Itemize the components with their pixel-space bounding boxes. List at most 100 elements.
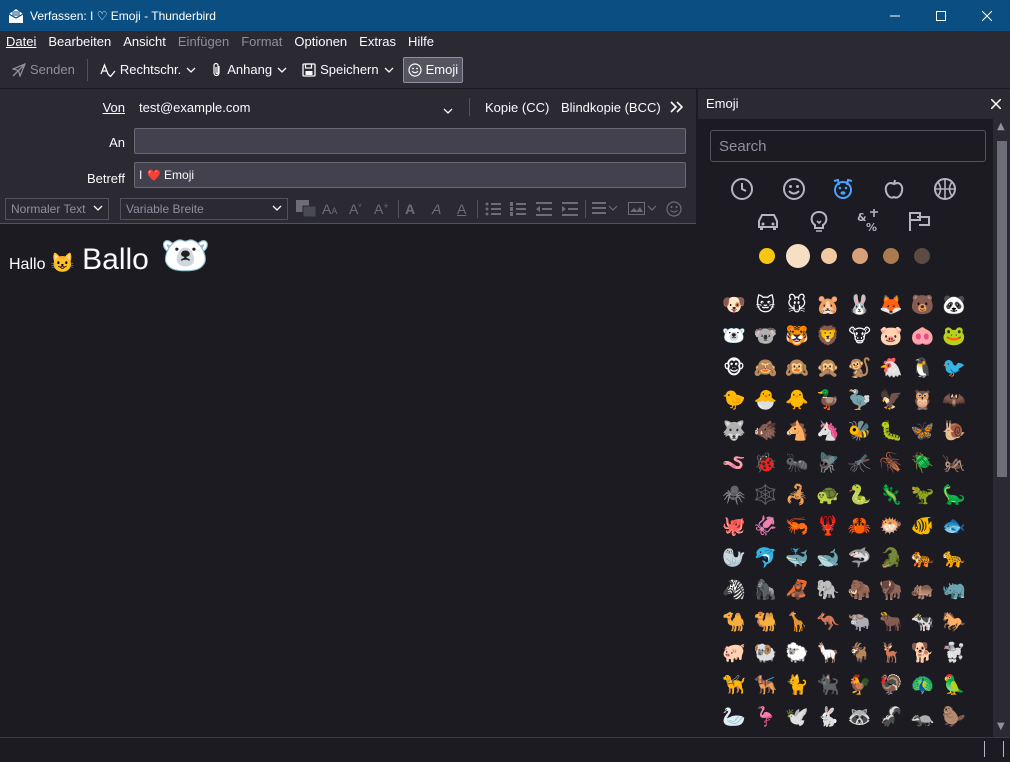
emoji-cell[interactable]: 🐕‍🦺	[749, 669, 781, 701]
emoji-cell[interactable]: 🐼	[938, 289, 970, 321]
more-headers-button[interactable]	[670, 101, 684, 116]
spelling-dropdown[interactable]	[185, 67, 197, 73]
emoji-cell[interactable]: 🐎	[938, 606, 970, 638]
emoji-cell[interactable]: 🐧	[906, 352, 938, 384]
emoji-cell[interactable]: 🐈	[781, 669, 813, 701]
skin-tone-swatch[interactable]	[852, 248, 868, 264]
emoji-cell[interactable]: 🦝	[844, 701, 876, 733]
insert-image-icon[interactable]	[628, 202, 658, 219]
emoji-cell[interactable]: 🐯	[781, 321, 813, 353]
emoji-cell[interactable]: 🦑	[749, 511, 781, 543]
emoji-cell[interactable]: 🦟	[844, 448, 876, 480]
emoji-cell[interactable]: 🐝	[844, 416, 876, 448]
emoji-cell[interactable]: 🦕	[938, 479, 970, 511]
font-size-up-icon[interactable]: A+	[374, 201, 389, 217]
cc-button[interactable]: Kopie (CC)	[485, 100, 549, 115]
emoji-cell[interactable]: 🙊	[812, 352, 844, 384]
emoji-cell[interactable]: 🐇	[812, 701, 844, 733]
emoji-cell[interactable]: 🐔	[875, 352, 907, 384]
insert-smiley-icon[interactable]	[666, 201, 696, 220]
emoji-cell[interactable]: 🐣	[749, 384, 781, 416]
menu-hilfe[interactable]: Hilfe	[402, 34, 440, 49]
emoji-cell[interactable]: 🐦	[938, 352, 970, 384]
emoji-cell[interactable]: 🐻‍❄️	[718, 321, 750, 353]
emoji-cell[interactable]: 🐖	[718, 638, 750, 670]
skin-tone-swatch[interactable]	[759, 248, 775, 264]
menu-bearbeiten[interactable]: Bearbeiten	[42, 34, 117, 49]
skin-tone-swatch[interactable]	[821, 248, 837, 264]
emoji-cell[interactable]: 🪰	[812, 448, 844, 480]
emoji-cell[interactable]: 🦡	[906, 701, 938, 733]
emoji-cell[interactable]: 🦩	[749, 701, 781, 733]
emoji-cell[interactable]: 🦙	[812, 638, 844, 670]
emoji-cell[interactable]: 🐍	[844, 479, 876, 511]
emoji-cell[interactable]: 🐵	[718, 352, 750, 384]
emoji-cell[interactable]: 🪳	[875, 448, 907, 480]
emoji-cell[interactable]: 🦧	[781, 574, 813, 606]
emoji-cell[interactable]: 🦂	[781, 479, 813, 511]
emoji-cell[interactable]: 🦐	[781, 511, 813, 543]
emoji-cell[interactable]: 🕊️	[781, 701, 813, 733]
scrollbar-thumb[interactable]	[997, 141, 1007, 477]
emoji-cell[interactable]: 🐓	[844, 669, 876, 701]
emoji-cell[interactable]: 🦆	[812, 384, 844, 416]
car-icon[interactable]	[755, 208, 781, 234]
emoji-cell[interactable]: 🐋	[812, 543, 844, 575]
menu-format[interactable]: Format	[235, 34, 288, 49]
indent-icon[interactable]	[562, 202, 578, 219]
minimize-button[interactable]	[872, 0, 918, 31]
from-identity[interactable]: test@example.com	[139, 100, 250, 115]
emoji-cell[interactable]: 🦭	[718, 543, 750, 575]
underline-icon[interactable]: A	[457, 201, 466, 217]
emoji-panel-scrollbar[interactable]: ▲ ▼	[993, 119, 1010, 737]
emoji-cell[interactable]: 🦢	[718, 701, 750, 733]
emoji-cell[interactable]: 🐜	[781, 448, 813, 480]
emoji-cell[interactable]: 🐽	[906, 321, 938, 353]
font-select[interactable]: Variable Breite	[120, 198, 288, 220]
bold-icon[interactable]: A	[405, 201, 415, 217]
from-dropdown[interactable]	[443, 103, 453, 117]
emoji-cell[interactable]: 🦎	[875, 479, 907, 511]
skin-tone-swatch[interactable]	[914, 248, 930, 264]
menu-ansicht[interactable]: Ansicht	[117, 34, 172, 49]
skin-tone-swatch[interactable]	[786, 244, 810, 268]
attach-button[interactable]: Anhang	[207, 58, 276, 82]
emoji-cell[interactable]: 🐮	[844, 321, 876, 353]
emoji-cell[interactable]: 🐨	[749, 321, 781, 353]
emoji-cell[interactable]: 🦣	[844, 574, 876, 606]
emoji-cell[interactable]: 🦄	[812, 416, 844, 448]
emoji-cell[interactable]: 🪲	[906, 448, 938, 480]
emoji-cell[interactable]: 🐄	[906, 606, 938, 638]
emoji-cell[interactable]: 🐰	[844, 289, 876, 321]
emoji-cell[interactable]: 🦚	[906, 669, 938, 701]
dog-face-icon[interactable]	[830, 176, 856, 202]
emoji-cell[interactable]: 🐭	[781, 289, 813, 321]
emoji-cell[interactable]: 🐻	[906, 289, 938, 321]
emoji-cell[interactable]: 🦈	[844, 543, 876, 575]
emoji-cell[interactable]: 🦍	[749, 574, 781, 606]
font-size-down-icon[interactable]: Aᵛ	[349, 201, 361, 217]
emoji-cell[interactable]: 🦨	[875, 701, 907, 733]
emoji-cell[interactable]: 🐆	[938, 543, 970, 575]
menu-einfuegen[interactable]: Einfügen	[172, 34, 235, 49]
emoji-cell[interactable]: 🦀	[844, 511, 876, 543]
emoji-cell[interactable]: 🕸️	[749, 479, 781, 511]
emoji-cell[interactable]: 🐹	[812, 289, 844, 321]
emoji-cell[interactable]: 🐱	[749, 289, 781, 321]
numbered-list-icon[interactable]	[510, 202, 526, 219]
subject-field[interactable]: I ❤️ Emoji	[134, 162, 686, 188]
emoji-cell[interactable]: 🐗	[749, 416, 781, 448]
attach-dropdown[interactable]	[276, 67, 288, 73]
emoji-cell[interactable]: 🐑	[781, 638, 813, 670]
save-button[interactable]: Speichern	[298, 58, 383, 82]
message-body[interactable]: Hallo 😺 Ballo 🐻‍❄️	[0, 224, 696, 737]
font-size-smaller-icon[interactable]: AA	[322, 201, 337, 217]
emoji-cell[interactable]: 🐶	[718, 289, 750, 321]
emoji-cell[interactable]: 🐷	[875, 321, 907, 353]
emoji-cell[interactable]: 🦮	[718, 669, 750, 701]
emoji-cell[interactable]: 🐥	[781, 384, 813, 416]
align-icon[interactable]	[592, 202, 618, 219]
maximize-button[interactable]	[918, 0, 964, 31]
emoji-cell[interactable]: 🐅	[906, 543, 938, 575]
emoji-cell[interactable]: 🦊	[875, 289, 907, 321]
